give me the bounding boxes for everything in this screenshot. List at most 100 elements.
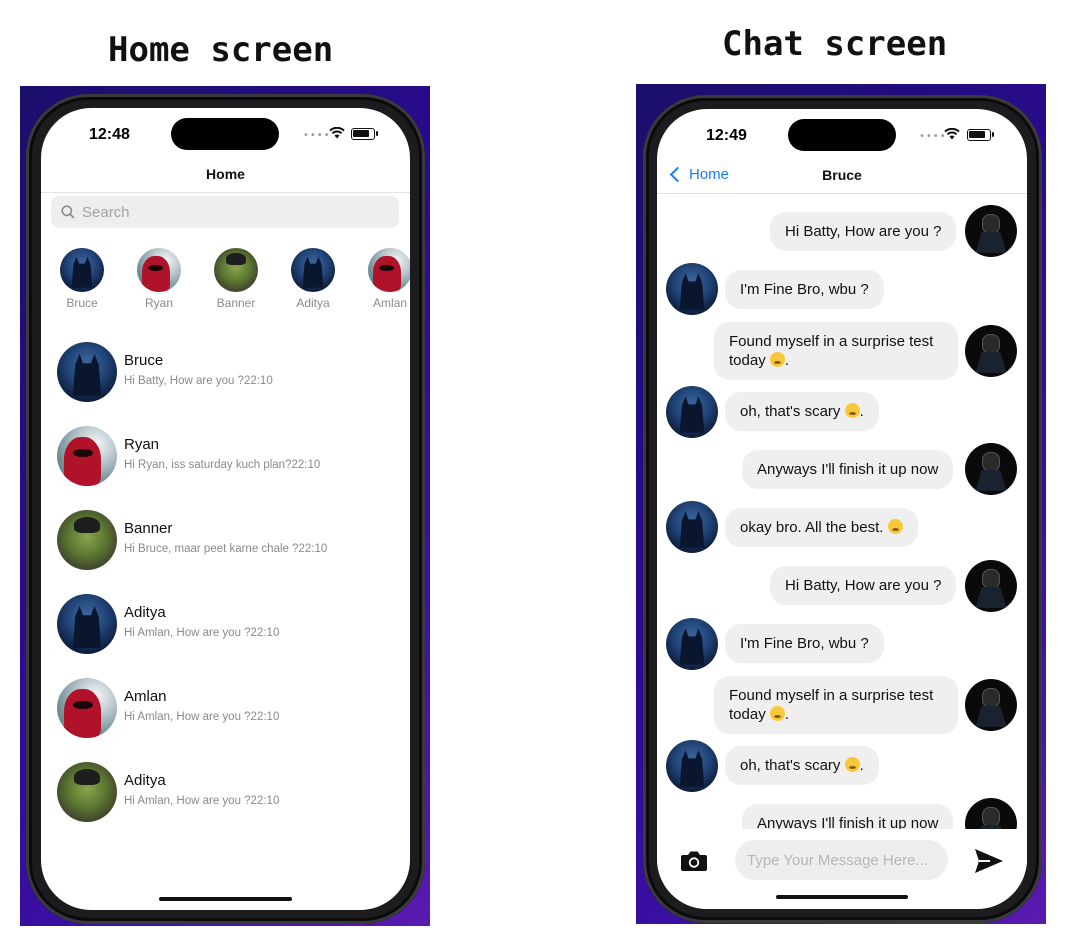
deadpool-avatar	[57, 678, 117, 738]
message-preview: Hi Bruce, maar peet karne chale ?22:10	[124, 543, 328, 555]
story-name: Banner	[216, 296, 256, 310]
hulk-avatar	[214, 248, 258, 292]
received-bubble: okay bro. All the best.	[725, 508, 918, 547]
ironman-avatar	[965, 679, 1017, 731]
contact-name: Aditya	[124, 604, 166, 621]
contact-name: Bruce	[124, 352, 164, 369]
sad-sweat-emoji	[769, 706, 785, 721]
conversation-row[interactable]: Aditya Hi Amlan, How are you ?22:10	[57, 762, 397, 824]
ironman-avatar	[965, 560, 1017, 612]
story-name: Aditya	[296, 296, 330, 310]
message-text: Found myself in a surprise test	[729, 333, 934, 350]
contact-name: Amlan	[124, 688, 167, 705]
message-text: okay bro. All the best.	[740, 519, 884, 536]
sent-bubble: Hi Batty, How are you ?	[770, 212, 957, 251]
battery-icon	[967, 129, 994, 141]
story-item[interactable]: Bruce	[51, 248, 113, 310]
message-preview: Hi Amlan, How are you ?22:10	[124, 627, 280, 639]
dynamic-island	[788, 119, 896, 151]
message-text: Hi Batty, How are you ?	[785, 577, 942, 594]
message-preview: Hi Amlan, How are you ?22:10	[124, 795, 280, 807]
story-item[interactable]: Banner	[205, 248, 267, 310]
ironman-avatar	[965, 205, 1017, 257]
cellular-signal-icon: ••••	[303, 130, 331, 141]
message-text: oh, that's scary	[740, 757, 841, 774]
batman-avatar	[60, 248, 104, 292]
home-indicator	[776, 895, 908, 899]
story-item[interactable]: Ryan	[128, 248, 190, 310]
contact-name: Banner	[124, 520, 173, 537]
dynamic-island	[171, 118, 279, 150]
ironman-avatar	[965, 443, 1017, 495]
sent-bubble: Hi Batty, How are you ?	[770, 566, 957, 605]
received-bubble: oh, that's scary .	[725, 746, 879, 785]
search-placeholder: Search	[82, 203, 130, 221]
message-input[interactable]: Type Your Message Here...	[735, 840, 948, 880]
sent-bubble: Anyways I'll finish it up now	[742, 450, 954, 489]
cellular-signal-icon: ••••	[919, 131, 947, 142]
deadpool-avatar	[137, 248, 181, 292]
message-text: Anyways I'll finish it up now	[757, 461, 939, 478]
batman-avatar	[666, 618, 718, 670]
message-text: I'm Fine Bro, wbu ?	[740, 281, 869, 298]
nav-divider	[41, 192, 410, 193]
batman-avatar	[57, 594, 117, 654]
wifi-icon	[329, 127, 345, 139]
story-item[interactable]: Amlan	[359, 248, 410, 310]
conversation-row[interactable]: Amlan Hi Amlan, How are you ?22:10	[57, 678, 397, 740]
batman-avatar	[291, 248, 335, 292]
batman-avatar	[666, 740, 718, 792]
status-time: 12:49	[706, 127, 747, 144]
hulk-avatar	[57, 762, 117, 822]
message-text: today	[729, 352, 766, 369]
deadpool-avatar	[368, 248, 410, 292]
message-text: I'm Fine Bro, wbu ?	[740, 635, 869, 652]
nav-title: Home	[206, 166, 245, 182]
conversation-row[interactable]: Ryan Hi Ryan, iss saturday kuch plan?22:…	[57, 426, 397, 488]
contact-name: Aditya	[124, 772, 166, 789]
nav-title: Bruce	[822, 167, 862, 183]
hushed-emoji	[844, 403, 860, 418]
conversation-row[interactable]: Banner Hi Bruce, maar peet karne chale ?…	[57, 510, 397, 572]
received-bubble: oh, that's scary .	[725, 392, 879, 431]
send-icon[interactable]	[974, 848, 1004, 874]
chat-screen: 12:49 •••• Home Bruce Hi Batty, How are …	[657, 109, 1027, 909]
message-input-placeholder: Type Your Message Here...	[747, 851, 928, 869]
batman-avatar	[57, 342, 117, 402]
message-text: Hi Batty, How are you ?	[785, 223, 942, 240]
received-bubble: I'm Fine Bro, wbu ?	[725, 624, 884, 663]
story-name: Amlan	[372, 296, 407, 310]
sad-sweat-emoji	[769, 352, 785, 367]
story-item[interactable]: Aditya	[282, 248, 344, 310]
hulk-avatar	[57, 510, 117, 570]
search-input[interactable]: Search	[51, 196, 399, 228]
home-screen-caption: Home screen	[108, 30, 334, 70]
message-text: Found myself in a surprise test	[729, 687, 934, 704]
conversation-row[interactable]: Aditya Hi Amlan, How are you ?22:10	[57, 594, 397, 656]
search-icon	[61, 205, 75, 219]
chat-screen-caption: Chat screen	[722, 24, 948, 64]
wifi-icon	[944, 128, 960, 140]
story-name: Ryan	[144, 296, 173, 310]
hushed-emoji	[844, 757, 860, 772]
sent-bubble: Found myself in a surprise test today .	[714, 322, 958, 380]
batman-avatar	[666, 386, 718, 438]
message-preview: Hi Ryan, iss saturday kuch plan?22:10	[124, 459, 321, 471]
story-name: Bruce	[66, 296, 98, 310]
deadpool-avatar	[57, 426, 117, 486]
ironman-avatar	[965, 325, 1017, 377]
conversation-row[interactable]: Bruce Hi Batty, How are you ?22:10	[57, 342, 397, 404]
batman-avatar	[666, 501, 718, 553]
nav-divider	[657, 193, 1027, 194]
message-text: today	[729, 706, 766, 723]
home-screen: 12:48 •••• Home Search Bruce Ryan Banner…	[41, 108, 410, 910]
message-preview: Hi Batty, How are you ?22:10	[124, 375, 273, 387]
message-text: oh, that's scary	[740, 403, 841, 420]
batman-avatar	[666, 263, 718, 315]
home-indicator	[159, 897, 292, 901]
contact-name: Ryan	[124, 436, 160, 453]
battery-icon	[351, 128, 378, 140]
camera-icon[interactable]	[680, 850, 708, 872]
sent-bubble: Found myself in a surprise test today .	[714, 676, 958, 734]
message-preview: Hi Amlan, How are you ?22:10	[124, 711, 280, 723]
